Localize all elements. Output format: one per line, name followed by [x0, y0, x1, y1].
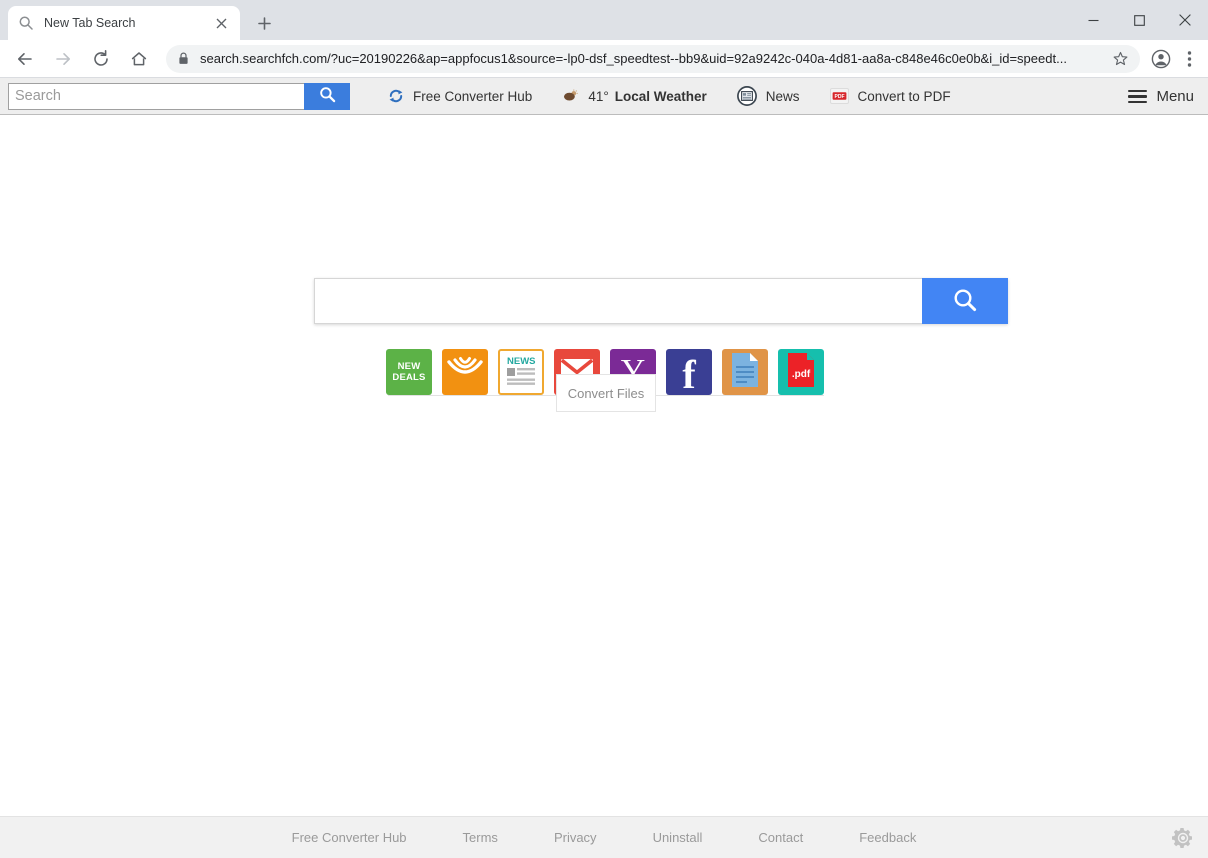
address-bar[interactable]: search.searchfch.com/?uc=20190226&ap=app… [166, 44, 1140, 73]
lock-icon [178, 52, 190, 65]
toolbar-link-convert-to-pdf[interactable]: PDF Convert to PDF [829, 88, 951, 104]
navigation-bar: search.searchfch.com/?uc=20190226&ap=app… [0, 40, 1208, 78]
forward-icon[interactable] [48, 44, 78, 74]
toolbar-link-label: Convert to PDF [857, 88, 951, 104]
tile-label: NEW DEALS [392, 361, 426, 383]
convert-arrows-icon [388, 88, 404, 104]
footer-link-free-converter-hub[interactable]: Free Converter Hub [292, 830, 407, 845]
close-icon[interactable] [212, 14, 230, 32]
tile-label: f [682, 352, 696, 395]
tile-news[interactable]: NEWS [498, 349, 544, 395]
footer-link-terms[interactable]: Terms [463, 830, 498, 845]
weather-temperature: 41° [588, 88, 609, 104]
close-window-button[interactable] [1162, 0, 1208, 40]
footer-link-uninstall[interactable]: Uninstall [653, 830, 703, 845]
toolbar-links: Free Converter Hub 41° Local Weather New… [388, 86, 981, 106]
news-card-icon: NEWS [501, 351, 541, 393]
toolbar-menu-button[interactable]: Menu [1128, 78, 1194, 115]
window-controls [1070, 0, 1208, 40]
toolbar-link-news[interactable]: News [736, 86, 800, 106]
convert-files-tooltip: Convert Files [556, 374, 656, 412]
toolbar-link-local-weather[interactable]: 41° Local Weather [562, 88, 707, 104]
maximize-button[interactable] [1116, 0, 1162, 40]
toolbar-menu-label: Menu [1156, 88, 1194, 105]
toolbar-search-input[interactable] [8, 82, 304, 110]
home-icon[interactable] [124, 44, 154, 74]
tile-pdf[interactable]: .pdf [778, 349, 824, 395]
toolbar-search-button[interactable] [304, 82, 350, 110]
url-text: search.searchfch.com/?uc=20190226&ap=app… [200, 51, 1067, 66]
main-search-button[interactable] [922, 278, 1008, 324]
audible-waves-icon [446, 355, 484, 390]
svg-text:NEWS: NEWS [507, 356, 536, 367]
new-tab-button[interactable] [250, 9, 278, 37]
pdf-file-icon: .pdf [786, 352, 816, 393]
minimize-button[interactable] [1070, 0, 1116, 40]
browser-tab[interactable]: New Tab Search [8, 6, 240, 40]
svg-text:PDF: PDF [834, 94, 844, 100]
toolbar-link-label: Free Converter Hub [413, 88, 533, 104]
tile-document[interactable] [722, 349, 768, 395]
toolbar-link-label: News [765, 88, 800, 104]
footer-links: Free Converter Hub Terms Privacy Uninsta… [292, 830, 917, 845]
search-icon [952, 287, 978, 316]
main-search-input[interactable] [314, 278, 922, 324]
page-content: NEW DEALS NEWS Y f .pdf Convert Files Fr… [0, 116, 1208, 858]
newspaper-icon [736, 86, 757, 106]
extension-toolbar: Free Converter Hub 41° Local Weather [0, 78, 1208, 115]
profile-avatar-icon[interactable] [1146, 44, 1176, 74]
tile-audible[interactable] [442, 349, 488, 395]
toolbar-link-label: Local Weather [614, 88, 707, 104]
back-icon[interactable] [10, 44, 40, 74]
bookmark-star-icon[interactable] [1113, 51, 1128, 66]
footer-link-privacy[interactable]: Privacy [554, 830, 597, 845]
weather-icon [562, 88, 579, 104]
hamburger-icon [1128, 86, 1148, 106]
document-icon [730, 352, 760, 393]
svg-text:.pdf: .pdf [792, 369, 811, 380]
page-footer: Free Converter Hub Terms Privacy Uninsta… [0, 816, 1208, 858]
tile-new-deals[interactable]: NEW DEALS [386, 349, 432, 395]
toolbar-link-free-converter-hub[interactable]: Free Converter Hub [388, 88, 532, 104]
toolbar-search-group [8, 82, 350, 110]
footer-link-feedback[interactable]: Feedback [859, 830, 916, 845]
title-bar: New Tab Search [0, 0, 1208, 40]
pdf-icon: PDF [829, 88, 849, 104]
tab-title: New Tab Search [44, 16, 136, 30]
browser-menu-icon[interactable] [1176, 44, 1202, 74]
search-icon [18, 15, 34, 31]
search-icon [319, 86, 336, 106]
main-search-group [314, 278, 1008, 324]
footer-link-contact[interactable]: Contact [758, 830, 803, 845]
reload-icon[interactable] [86, 44, 116, 74]
browser-window: New Tab Search search.searchfch.com/?uc=… [0, 0, 1208, 858]
tile-facebook[interactable]: f [666, 349, 712, 395]
tooltip-label: Convert Files [567, 385, 645, 401]
gear-icon[interactable] [1170, 825, 1196, 851]
